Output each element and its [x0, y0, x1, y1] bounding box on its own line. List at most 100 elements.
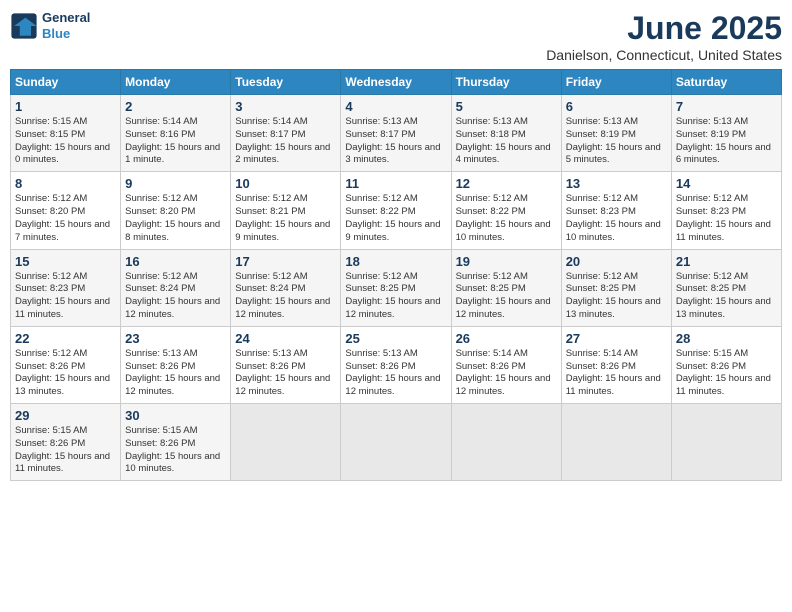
day-info: Sunrise: 5:13 AMSunset: 8:26 PMDaylight:… [235, 348, 336, 399]
day-number: 25 [345, 331, 446, 346]
day-number: 7 [676, 99, 777, 114]
calendar-cell: 15 Sunrise: 5:12 AMSunset: 8:23 PMDayligh… [11, 249, 121, 326]
day-number: 12 [456, 176, 557, 191]
day-info: Sunrise: 5:14 AMSunset: 8:16 PMDaylight:… [125, 116, 226, 167]
day-number: 19 [456, 254, 557, 269]
column-header-tuesday: Tuesday [231, 70, 341, 95]
day-info: Sunrise: 5:14 AMSunset: 8:26 PMDaylight:… [566, 348, 667, 399]
day-number: 29 [15, 408, 116, 423]
column-header-friday: Friday [561, 70, 671, 95]
calendar-cell: 12Sunrise: 5:12 AMSunset: 8:22 PMDayligh… [451, 172, 561, 249]
calendar-cell: 4 Sunrise: 5:13 AMSunset: 8:17 PMDaylight… [341, 95, 451, 172]
day-info: Sunrise: 5:12 AMSunset: 8:23 PMDaylight:… [15, 271, 116, 322]
header-row: SundayMondayTuesdayWednesdayThursdayFrid… [11, 70, 782, 95]
day-number: 14 [676, 176, 777, 191]
day-info: Sunrise: 5:12 AMSunset: 8:25 PMDaylight:… [676, 271, 777, 322]
day-info: Sunrise: 5:12 AMSunset: 8:23 PMDaylight:… [676, 193, 777, 244]
calendar-cell: 23Sunrise: 5:13 AMSunset: 8:26 PMDayligh… [121, 326, 231, 403]
calendar-cell: 3 Sunrise: 5:14 AMSunset: 8:17 PMDaylight… [231, 95, 341, 172]
day-info: Sunrise: 5:13 AMSunset: 8:19 PMDaylight:… [676, 116, 777, 167]
calendar-table: SundayMondayTuesdayWednesdayThursdayFrid… [10, 69, 782, 481]
day-number: 30 [125, 408, 226, 423]
day-number: 1 [15, 99, 116, 114]
day-number: 13 [566, 176, 667, 191]
day-info: Sunrise: 5:12 AMSunset: 8:22 PMDaylight:… [345, 193, 446, 244]
day-number: 9 [125, 176, 226, 191]
calendar-cell: 25 Sunrise: 5:13 AMSunset: 8:26 PMDayligh… [341, 326, 451, 403]
day-number: 17 [235, 254, 336, 269]
column-header-wednesday: Wednesday [341, 70, 451, 95]
week-row-1: 1 Sunrise: 5:15 AMSunset: 8:15 PMDaylight… [11, 95, 782, 172]
day-info: Sunrise: 5:12 AMSunset: 8:25 PMDaylight:… [456, 271, 557, 322]
calendar-cell: 27 Sunrise: 5:14 AMSunset: 8:26 PMDayligh… [561, 326, 671, 403]
day-info: Sunrise: 5:13 AMSunset: 8:26 PMDaylight:… [345, 348, 446, 399]
calendar-cell: 20 Sunrise: 5:12 AMSunset: 8:25 PMDayligh… [561, 249, 671, 326]
day-info: Sunrise: 5:12 AMSunset: 8:20 PMDaylight:… [125, 193, 226, 244]
day-number: 2 [125, 99, 226, 114]
week-row-2: 8 Sunrise: 5:12 AMSunset: 8:20 PMDaylight… [11, 172, 782, 249]
day-info: Sunrise: 5:12 AMSunset: 8:25 PMDaylight:… [566, 271, 667, 322]
calendar-cell: 16 Sunrise: 5:12 AMSunset: 8:24 PMDayligh… [121, 249, 231, 326]
day-number: 15 [15, 254, 116, 269]
logo: General Blue [10, 10, 90, 41]
calendar-cell: 5 Sunrise: 5:13 AMSunset: 8:18 PMDaylight… [451, 95, 561, 172]
title-area: June 2025 Danielson, Connecticut, United… [546, 10, 782, 63]
calendar-cell [341, 404, 451, 481]
calendar-cell: 21 Sunrise: 5:12 AMSunset: 8:25 PMDayligh… [671, 249, 781, 326]
week-row-4: 22 Sunrise: 5:12 AMSunset: 8:26 PMDayligh… [11, 326, 782, 403]
day-info: Sunrise: 5:12 AMSunset: 8:24 PMDaylight:… [125, 271, 226, 322]
week-row-3: 15 Sunrise: 5:12 AMSunset: 8:23 PMDayligh… [11, 249, 782, 326]
day-number: 10 [235, 176, 336, 191]
day-info: Sunrise: 5:13 AMSunset: 8:17 PMDaylight:… [345, 116, 446, 167]
calendar-cell: 13 Sunrise: 5:12 AMSunset: 8:23 PMDayligh… [561, 172, 671, 249]
day-number: 16 [125, 254, 226, 269]
calendar-cell: 24 Sunrise: 5:13 AMSunset: 8:26 PMDayligh… [231, 326, 341, 403]
day-number: 3 [235, 99, 336, 114]
calendar-cell: 22 Sunrise: 5:12 AMSunset: 8:26 PMDayligh… [11, 326, 121, 403]
day-info: Sunrise: 5:14 AMSunset: 8:26 PMDaylight:… [456, 348, 557, 399]
day-info: Sunrise: 5:14 AMSunset: 8:17 PMDaylight:… [235, 116, 336, 167]
day-number: 28 [676, 331, 777, 346]
header: General Blue June 2025 Danielson, Connec… [10, 10, 782, 63]
month-title: June 2025 [546, 10, 782, 47]
day-number: 27 [566, 331, 667, 346]
column-header-saturday: Saturday [671, 70, 781, 95]
day-number: 21 [676, 254, 777, 269]
day-number: 4 [345, 99, 446, 114]
logo-text: General Blue [42, 10, 90, 41]
column-header-thursday: Thursday [451, 70, 561, 95]
day-info: Sunrise: 5:13 AMSunset: 8:18 PMDaylight:… [456, 116, 557, 167]
day-number: 22 [15, 331, 116, 346]
day-number: 6 [566, 99, 667, 114]
calendar-cell: 9 Sunrise: 5:12 AMSunset: 8:20 PMDaylight… [121, 172, 231, 249]
day-number: 5 [456, 99, 557, 114]
day-number: 8 [15, 176, 116, 191]
day-info: Sunrise: 5:12 AMSunset: 8:26 PMDaylight:… [15, 348, 116, 399]
calendar-cell: 26 Sunrise: 5:14 AMSunset: 8:26 PMDayligh… [451, 326, 561, 403]
day-info: Sunrise: 5:15 AMSunset: 8:15 PMDaylight:… [15, 116, 116, 167]
calendar-cell [231, 404, 341, 481]
logo-icon [10, 12, 38, 40]
day-number: 26 [456, 331, 557, 346]
day-info: Sunrise: 5:12 AMSunset: 8:25 PMDaylight:… [345, 271, 446, 322]
calendar-cell: 10Sunrise: 5:12 AMSunset: 8:21 PMDayligh… [231, 172, 341, 249]
day-info: Sunrise: 5:13 AMSunset: 8:19 PMDaylight:… [566, 116, 667, 167]
calendar-cell: 29Sunrise: 5:15 AMSunset: 8:26 PMDayligh… [11, 404, 121, 481]
calendar-cell: 11 Sunrise: 5:12 AMSunset: 8:22 PMDayligh… [341, 172, 451, 249]
column-header-sunday: Sunday [11, 70, 121, 95]
calendar-cell: 6 Sunrise: 5:13 AMSunset: 8:19 PMDaylight… [561, 95, 671, 172]
calendar-cell: 28Sunrise: 5:15 AMSunset: 8:26 PMDayligh… [671, 326, 781, 403]
day-number: 20 [566, 254, 667, 269]
calendar-cell: 1 Sunrise: 5:15 AMSunset: 8:15 PMDaylight… [11, 95, 121, 172]
day-number: 24 [235, 331, 336, 346]
calendar-cell: 30Sunrise: 5:15 AMSunset: 8:26 PMDayligh… [121, 404, 231, 481]
day-info: Sunrise: 5:12 AMSunset: 8:23 PMDaylight:… [566, 193, 667, 244]
day-number: 18 [345, 254, 446, 269]
calendar-cell [451, 404, 561, 481]
calendar-cell: 8Sunrise: 5:12 AMSunset: 8:20 PMDaylight… [11, 172, 121, 249]
day-number: 11 [345, 176, 446, 191]
calendar-cell: 14 Sunrise: 5:12 AMSunset: 8:23 PMDayligh… [671, 172, 781, 249]
week-row-5: 29Sunrise: 5:15 AMSunset: 8:26 PMDayligh… [11, 404, 782, 481]
calendar-cell: 19 Sunrise: 5:12 AMSunset: 8:25 PMDayligh… [451, 249, 561, 326]
day-number: 23 [125, 331, 226, 346]
